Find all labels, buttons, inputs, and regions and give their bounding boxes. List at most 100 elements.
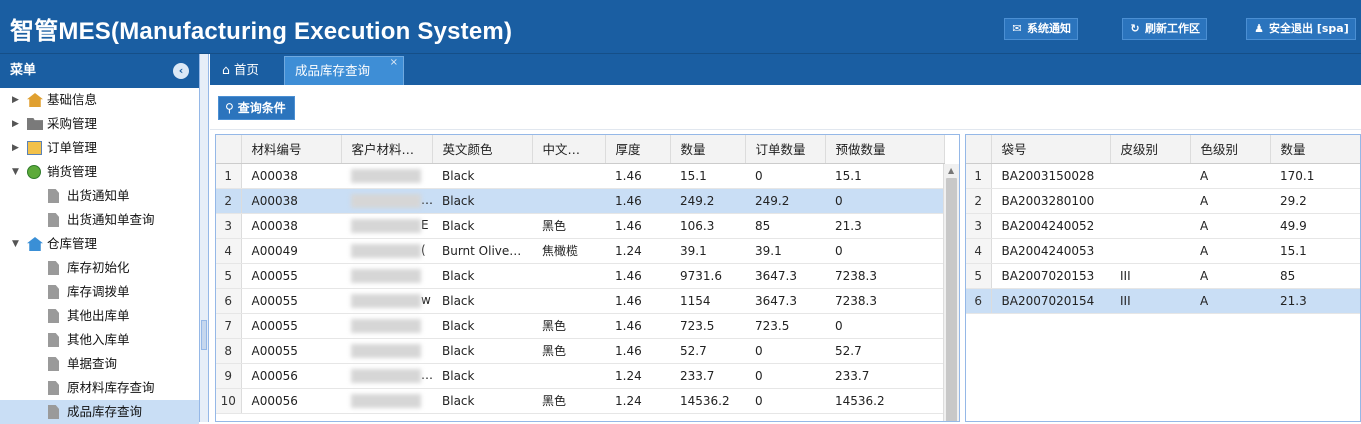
collapse-arrow-icon[interactable]: ▼ (12, 160, 19, 184)
table-row[interactable]: 3 A00038 E Black 黑色 1.46 106.3 85 21.3 (216, 213, 944, 239)
app-title: 智管MES(Manufacturing Execution System) (10, 18, 513, 45)
row-number: 10 (216, 388, 242, 414)
tree-node-document-query[interactable]: 单据查询 (0, 352, 199, 376)
stock-table-body: 1A00038Black1.4615.1015.12A00038…Black1.… (216, 163, 944, 414)
scrollbar-thumb[interactable] (946, 178, 957, 421)
table-row[interactable]: 6 BA2007020154 III A 21.3 (966, 288, 1360, 314)
column-header[interactable]: 英文颜色 (432, 135, 533, 164)
redacted-text (351, 268, 421, 283)
tree-node-shipping-notice[interactable]: 出货通知单 (0, 184, 199, 208)
table-row[interactable]: 1 A00038 Black 1.46 15.1 0 15.1 (216, 163, 944, 189)
table-cell: A00049 (241, 238, 341, 264)
table-row[interactable]: 8 A00055 Black 黑色 1.46 52.7 0 52.7 (216, 338, 944, 364)
tree-node-label: 单据查询 (67, 356, 118, 371)
table-cell: 21.3 (1270, 288, 1360, 314)
tab-home[interactable]: ⌂ 首页 (212, 56, 282, 85)
expand-arrow-icon[interactable]: ▶ (12, 88, 19, 112)
layout-splitter[interactable] (200, 54, 209, 422)
column-header (966, 135, 992, 164)
column-header[interactable]: 预做数量 (825, 135, 945, 164)
redacted-text (351, 218, 421, 233)
column-header[interactable]: 皮级别 (1110, 135, 1191, 164)
table-row[interactable]: 9A00056deBlack1.24233.70233.7 (216, 363, 944, 389)
table-row[interactable]: 2 BA2003280100 A 29.2 (966, 188, 1360, 214)
tree-node-orders[interactable]: ▶ 订单管理 (0, 136, 199, 160)
table-row[interactable]: 10 A00056 Black 黑色 1.24 14536.2 0 14536.2 (216, 388, 944, 414)
table-cell: 39.1 (745, 238, 825, 264)
tree-node-other-outbound[interactable]: 其他出库单 (0, 304, 199, 328)
user-icon: ♟ (1254, 22, 1264, 35)
column-header[interactable]: 色级别 (1190, 135, 1271, 164)
column-header[interactable]: 数量 (1270, 135, 1360, 164)
table-cell: 1.24 (605, 363, 670, 389)
tree-node-shipping-notice-query[interactable]: 出货通知单查询 (0, 208, 199, 232)
table-cell (1110, 213, 1190, 239)
table-cell: 3647.3 (745, 263, 825, 289)
table-cell: BA2007020154 (991, 288, 1110, 314)
table-row[interactable]: 6 A00055 w Black 1.46 1154 3647.3 7238.3 (216, 288, 944, 314)
table-cell: 233.7 (825, 363, 944, 389)
table-cell: 黑色 (532, 213, 605, 239)
table-row[interactable]: 7 A00055 Black 黑色 1.46 723.5 723.5 0 (216, 313, 944, 339)
collapse-sidebar-icon[interactable]: ‹ (173, 63, 189, 79)
cell-text: E (421, 218, 429, 233)
system-notice-button[interactable]: ✉ 系统通知 (1004, 18, 1078, 40)
query-conditions-button[interactable]: ⚲ 查询条件 (218, 96, 295, 120)
row-number: 6 (966, 288, 992, 314)
close-tab-icon[interactable]: × (390, 49, 398, 77)
column-header[interactable]: 订单数量 (745, 135, 826, 164)
table-cell: A (1190, 288, 1270, 314)
table-cell: 0 (745, 363, 825, 389)
column-header[interactable]: 数量 (670, 135, 746, 164)
table-cell: 0 (745, 388, 825, 414)
tree-node-finished-goods-stock[interactable]: 成品库存查询 (0, 400, 199, 424)
table-row[interactable]: 5 A00055 Black 1.46 9731.6 3647.3 7238.3 (216, 263, 944, 289)
expand-arrow-icon[interactable]: ▶ (12, 136, 19, 160)
table-cell: A (1190, 238, 1270, 264)
tree-node-stock-transfer[interactable]: 库存调拨单 (0, 280, 199, 304)
table-row[interactable]: 4 A00049(Burnt Olive… 焦橄榄 1.24 39.1 39.1 0 (216, 238, 944, 264)
table-row[interactable]: 3 BA2004240052 A 49.9 (966, 213, 1360, 239)
tab-finished-goods-stock[interactable]: 成品库存查询 × (284, 56, 404, 85)
expand-arrow-icon[interactable]: ▶ (12, 112, 19, 136)
row-number: 4 (966, 238, 992, 264)
vertical-scrollbar[interactable]: ▲ (943, 164, 959, 421)
table-cell (532, 288, 605, 314)
collapse-arrow-icon[interactable]: ▼ (12, 232, 19, 256)
file-icon (48, 189, 60, 203)
table-cell: A00055 (241, 313, 341, 339)
file-icon (48, 309, 60, 323)
folder-icon (27, 117, 43, 131)
redacted-text (351, 243, 421, 258)
tree-node-stock-init[interactable]: 库存初始化 (0, 256, 199, 280)
tree-node-sales[interactable]: ▼ 销货管理 (0, 160, 199, 184)
table-cell: 0 (825, 238, 944, 264)
refresh-workspace-button[interactable]: ↻ 刷新工作区 (1122, 18, 1207, 40)
column-header[interactable]: 厚度 (605, 135, 671, 164)
splitter-grip[interactable] (201, 320, 207, 350)
table-cell: Black (432, 363, 532, 389)
table-cell: A00056 (241, 363, 341, 389)
table-row[interactable]: 1 BA2003150028 A 170.1 (966, 163, 1360, 189)
column-header[interactable]: 材料编号 (241, 135, 342, 164)
table-row[interactable]: 5 BA2007020153 III A 85 (966, 263, 1360, 289)
table-cell: Burnt Olive… (432, 238, 532, 264)
tree-node-basic-info[interactable]: ▶ 基础信息 (0, 88, 199, 112)
column-header[interactable]: 中文… (532, 135, 606, 164)
tree-node-label: 销货管理 (47, 164, 98, 179)
file-icon (48, 213, 60, 227)
file-icon (48, 381, 60, 395)
table-row[interactable]: 2A00038…Black1.46249.2249.20 (216, 188, 944, 214)
tree-node-other-inbound[interactable]: 其他入库单 (0, 328, 199, 352)
tree-node-warehouse[interactable]: ▼ 仓库管理 (0, 232, 199, 256)
table-row[interactable]: 4 BA2004240053 A 15.1 (966, 238, 1360, 264)
table-cell (532, 363, 605, 389)
tree-node-raw-material-stock[interactable]: 原材料库存查询 (0, 376, 199, 400)
row-number: 5 (966, 263, 992, 289)
tree-node-purchase[interactable]: ▶ 采购管理 (0, 112, 199, 136)
menu-tree: ▶ 基础信息 ▶ 采购管理 ▶ 订单管理 ▼ 销货管理 出货通知单 出货通知单查… (0, 88, 199, 424)
column-header[interactable]: 袋号 (991, 135, 1111, 164)
scroll-up-icon[interactable]: ▲ (948, 166, 954, 175)
column-header[interactable]: 客户材料… (341, 135, 433, 164)
logout-button[interactable]: ♟ 安全退出 [spa] (1246, 18, 1356, 40)
